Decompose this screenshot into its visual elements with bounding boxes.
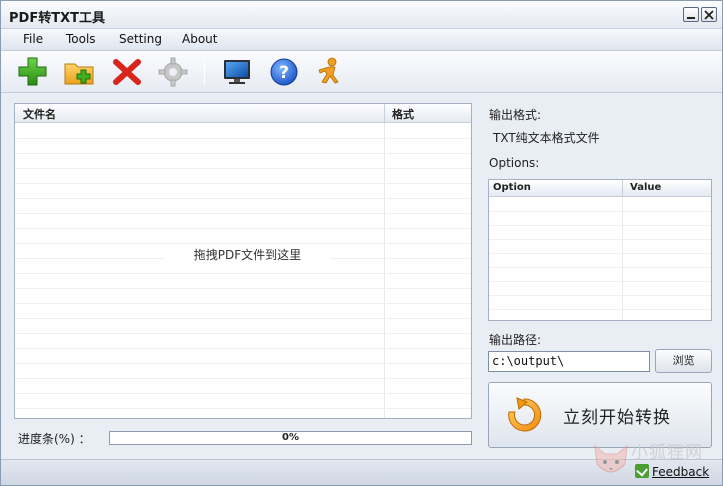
row-gridline — [15, 183, 471, 184]
row-gridline — [15, 168, 471, 169]
row-gridline — [15, 288, 471, 289]
add-folder-button[interactable] — [62, 55, 98, 89]
run-button[interactable] — [312, 55, 348, 89]
file-list-header: 文件名 格式 — [15, 104, 471, 123]
add-file-button[interactable] — [15, 55, 51, 89]
row-gridline — [15, 303, 471, 304]
row-gridline — [15, 408, 471, 409]
convert-label: 立刻开始转换 — [563, 408, 671, 428]
row-gridline — [15, 138, 471, 139]
row-gridline — [15, 243, 471, 244]
menu-file[interactable]: File — [20, 32, 46, 46]
row-gridline — [489, 309, 711, 310]
output-format-label: 输出格式: — [489, 108, 542, 122]
options-label: Options: — [489, 156, 540, 170]
convert-button[interactable]: 立刻开始转换 — [488, 382, 712, 448]
progress-bar: 0% — [109, 431, 472, 445]
status-bar — [1, 459, 722, 485]
row-gridline — [15, 318, 471, 319]
toolbar: ? — [1, 51, 722, 93]
menu-about[interactable]: About — [179, 32, 220, 46]
settings-gear-icon — [158, 57, 188, 87]
column-format[interactable]: 格式 — [392, 106, 414, 122]
svg-text:?: ? — [279, 63, 289, 83]
row-gridline — [15, 378, 471, 379]
settings-button[interactable] — [155, 55, 191, 89]
help-icon: ? — [270, 58, 298, 86]
row-gridline — [15, 363, 471, 364]
output-path-input[interactable]: c:\output\ — [488, 351, 650, 372]
toolbar-separator — [204, 59, 205, 85]
column-value[interactable]: Value — [630, 182, 661, 193]
menu-bar: File Tools Setting About — [1, 29, 722, 51]
options-header: Option Value — [489, 180, 711, 197]
progress-value: 0% — [282, 432, 299, 443]
refresh-icon — [508, 397, 542, 432]
row-gridline — [489, 211, 711, 212]
file-list[interactable]: 文件名 格式 拖拽PDF文件到这里 — [14, 103, 472, 419]
row-gridline — [489, 239, 711, 240]
row-gridline — [489, 225, 711, 226]
row-gridline — [15, 228, 471, 229]
add-file-icon — [18, 57, 47, 86]
row-gridline — [15, 153, 471, 154]
minimize-button[interactable] — [683, 7, 699, 22]
options-table[interactable]: Option Value — [488, 179, 712, 321]
progress-label: 进度条(%) ： — [18, 432, 91, 446]
drop-hint: 拖拽PDF文件到这里 — [165, 245, 330, 265]
feedback-label: Feedback — [652, 465, 710, 479]
title-bar: PDF转TXT工具 — [1, 1, 722, 29]
app-window: PDF转TXT工具 File Tools Setting About ? 文件名… — [0, 0, 723, 486]
add-folder-icon — [64, 63, 94, 85]
column-divider — [622, 180, 623, 197]
row-gridline — [489, 253, 711, 254]
row-gridline — [15, 393, 471, 394]
menu-tools[interactable]: Tools — [63, 32, 99, 46]
monitor-icon — [224, 60, 250, 84]
feedback-icon — [635, 464, 649, 478]
close-button[interactable] — [701, 7, 717, 22]
row-gridline — [15, 273, 471, 274]
delete-button[interactable] — [109, 55, 145, 89]
row-gridline — [489, 281, 711, 282]
row-gridline — [15, 213, 471, 214]
column-option[interactable]: Option — [493, 182, 531, 193]
close-icon — [704, 10, 714, 20]
column-divider — [384, 104, 385, 123]
row-gridline — [15, 333, 471, 334]
row-gridline — [15, 198, 471, 199]
row-gridline — [489, 295, 711, 296]
row-gridline — [489, 267, 711, 268]
browse-button[interactable]: 浏览 — [655, 349, 712, 373]
column-filename[interactable]: 文件名 — [23, 106, 56, 122]
column-gridline — [622, 197, 623, 320]
help-button[interactable]: ? — [266, 55, 302, 89]
minimize-icon — [687, 17, 695, 19]
delete-icon — [113, 59, 141, 85]
feedback-link[interactable]: Feedback — [635, 464, 709, 479]
monitor-button[interactable] — [219, 55, 255, 89]
output-format-value: TXT纯文本格式文件 — [493, 131, 600, 145]
runner-icon — [318, 57, 339, 84]
output-path-label: 输出路径: — [489, 333, 542, 347]
menu-setting[interactable]: Setting — [116, 32, 165, 46]
row-gridline — [15, 348, 471, 349]
window-title: PDF转TXT工具 — [9, 11, 105, 26]
